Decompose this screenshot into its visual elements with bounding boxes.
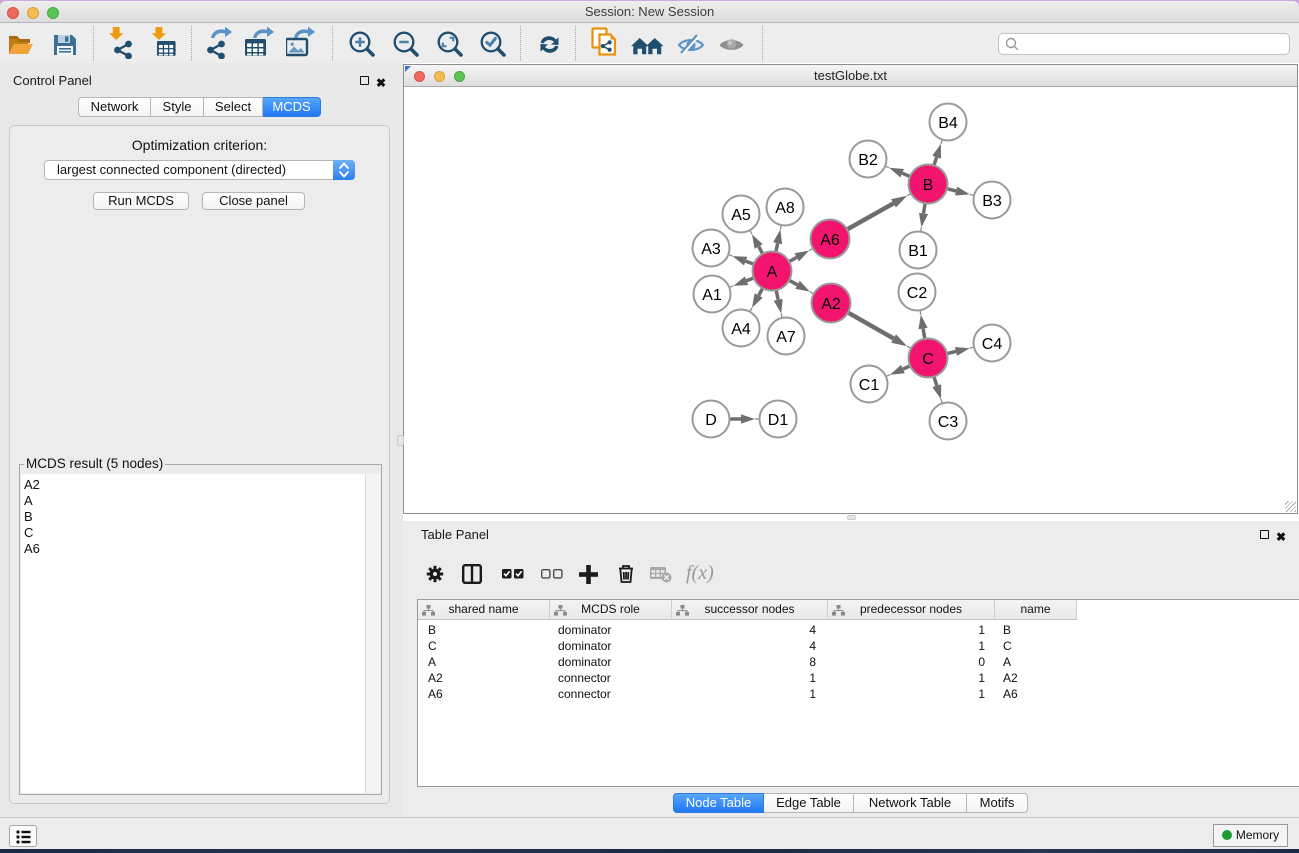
svg-text:A6: A6 xyxy=(820,232,840,249)
svg-text:B3: B3 xyxy=(982,193,1002,210)
svg-text:A4: A4 xyxy=(731,321,751,338)
svg-text:A8: A8 xyxy=(775,200,795,217)
svg-text:A5: A5 xyxy=(731,207,751,224)
svg-text:A7: A7 xyxy=(776,329,796,346)
svg-text:B1: B1 xyxy=(908,243,928,260)
svg-text:A: A xyxy=(767,264,778,281)
svg-text:D: D xyxy=(705,412,717,429)
svg-text:B4: B4 xyxy=(938,115,958,132)
svg-text:A3: A3 xyxy=(701,241,721,258)
svg-text:B: B xyxy=(923,177,934,194)
svg-text:D1: D1 xyxy=(768,412,789,429)
svg-text:A2: A2 xyxy=(821,296,841,313)
svg-text:C4: C4 xyxy=(982,336,1003,353)
svg-text:C: C xyxy=(922,351,934,368)
svg-text:C3: C3 xyxy=(938,414,959,431)
svg-text:C2: C2 xyxy=(907,285,928,302)
svg-text:C1: C1 xyxy=(859,377,880,394)
svg-text:B2: B2 xyxy=(858,152,878,169)
svg-text:A1: A1 xyxy=(702,287,722,304)
